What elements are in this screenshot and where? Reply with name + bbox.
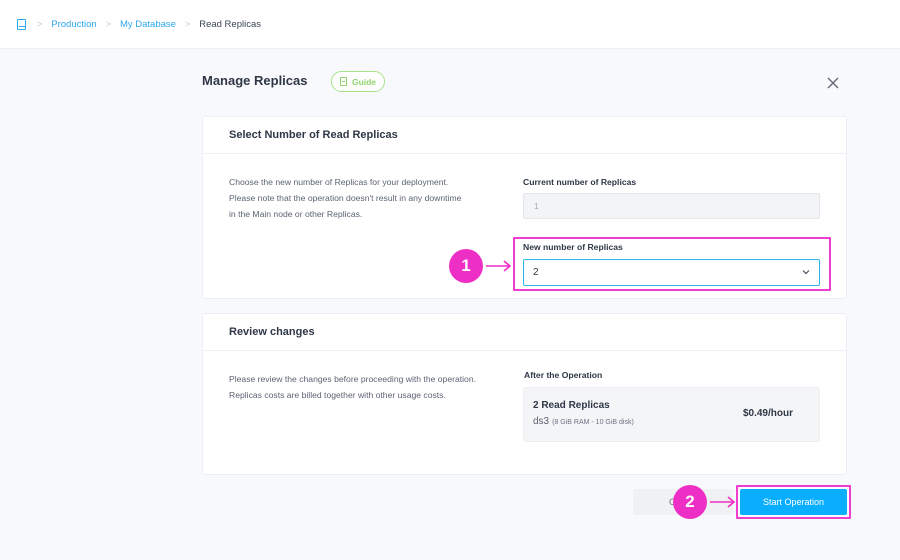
select-replicas-card: Select Number of Read Replicas Choose th… bbox=[202, 116, 847, 299]
review-changes-card: Review changes Please review the changes… bbox=[202, 313, 847, 475]
current-replicas-field: 1 bbox=[523, 193, 820, 219]
review-changes-description: Please review the changes before proceed… bbox=[229, 374, 476, 400]
close-button[interactable] bbox=[826, 76, 840, 90]
new-replicas-value: 2 bbox=[533, 267, 539, 278]
guide-button[interactable]: Guide bbox=[331, 71, 385, 92]
breadcrumb-separator: > bbox=[105, 19, 111, 29]
current-replicas-label: Current number of Replicas bbox=[523, 177, 637, 187]
breadcrumb-my-database[interactable]: My Database bbox=[120, 19, 176, 30]
breadcrumb-separator: > bbox=[184, 19, 191, 29]
start-operation-button[interactable]: Start Operation bbox=[740, 489, 847, 515]
page-title: Manage Replicas bbox=[202, 73, 308, 88]
new-replicas-label: New number of Replicas bbox=[523, 242, 623, 252]
select-replicas-title: Select Number of Read Replicas bbox=[203, 117, 846, 154]
breadcrumb-production[interactable]: Production bbox=[51, 19, 96, 30]
breadcrumb: > Production > My Database > Read Replic… bbox=[0, 0, 900, 49]
breadcrumb-read-replicas: Read Replicas bbox=[199, 18, 261, 30]
current-replicas-value: 1 bbox=[534, 201, 539, 211]
arrow-icon bbox=[486, 260, 512, 272]
review-changes-title: Review changes bbox=[203, 314, 846, 351]
operation-summary: 2 Read Replicas ds3 (8 GiB RAM - 10 GiB d… bbox=[523, 387, 820, 442]
new-replicas-select[interactable]: 2 bbox=[523, 259, 820, 286]
summary-plan: ds3 (8 GiB RAM - 10 GiB disk) bbox=[533, 416, 634, 427]
book-icon bbox=[339, 77, 347, 86]
summary-plan-name: ds3 bbox=[533, 416, 550, 427]
guide-label: Guide bbox=[351, 76, 377, 87]
step-badge-1: 1 bbox=[449, 249, 483, 283]
close-icon bbox=[827, 77, 839, 89]
breadcrumb-separator: > bbox=[37, 19, 43, 29]
book-icon[interactable] bbox=[17, 18, 26, 30]
chevron-down-icon bbox=[802, 270, 810, 275]
step-badge-2: 2 bbox=[673, 485, 707, 519]
summary-plan-detail: (8 GiB RAM - 10 GiB disk) bbox=[552, 419, 634, 426]
summary-title: 2 Read Replicas bbox=[533, 400, 610, 411]
after-operation-label: After the Operation bbox=[524, 370, 603, 380]
arrow-icon bbox=[710, 496, 736, 508]
summary-price: $0.49/hour bbox=[742, 408, 793, 419]
select-replicas-description: Choose the new number of Replicas for yo… bbox=[229, 177, 462, 219]
